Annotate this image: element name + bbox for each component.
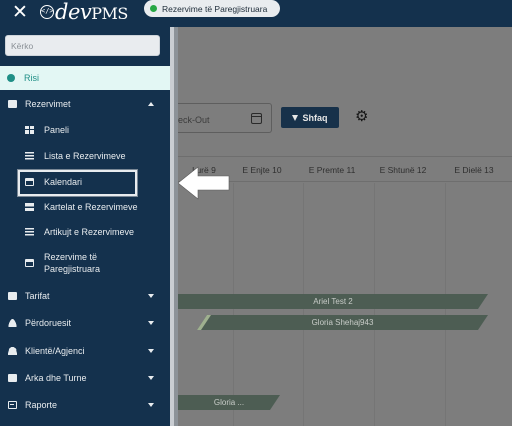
logo-text: devPMS — [55, 0, 128, 24]
chevron-up-icon — [148, 102, 154, 106]
sidebar-item-label: Lista e Rezervimeve — [44, 151, 126, 161]
sidebar-item-label: Arka dhe Turne — [25, 373, 87, 383]
day-header: E Dielë 13 — [454, 165, 494, 175]
sidebar-item-label: Risi — [24, 73, 39, 83]
check-out-field[interactable]: eck-Out — [178, 103, 272, 133]
sidebar-scrollbar-thumb[interactable] — [174, 27, 178, 426]
booking-bar[interactable]: Gloria Shehaj943 — [197, 315, 488, 330]
list-icon — [25, 228, 34, 236]
report-icon — [8, 401, 17, 409]
booking-name: Ariel Test 2 — [313, 297, 353, 306]
sidebar-item-label: Artikujt e Rezervimeve — [44, 227, 135, 237]
sidebar-item-unregistered-reservations[interactable]: Rezervime të Paregjistruara — [0, 251, 170, 277]
person-icon — [8, 319, 17, 327]
sidebar-item-tariffs[interactable]: Tarifat — [0, 288, 170, 304]
unregistered-reservations-chip[interactable]: Rezervime të Paregjistruara — [144, 0, 280, 17]
day-header: E Premte 11 — [308, 165, 356, 175]
sidebar-item-dashboard[interactable]: Paneli — [0, 123, 170, 137]
main-content: eck-Out Shfaq ⚙ kurë 9 E Enjte 10 E Prem… — [178, 27, 512, 426]
booking-name: Gloria Shehaj943 — [311, 318, 374, 327]
sidebar-item-label: Raporte — [25, 400, 58, 410]
dot-icon — [7, 74, 15, 82]
sidebar-item-reservation-list[interactable]: Lista e Rezervimeve — [0, 149, 170, 163]
chevron-down-icon — [148, 321, 154, 325]
check-out-label: eck-Out — [178, 115, 210, 125]
calendar-icon[interactable] — [251, 113, 262, 124]
code-icon: </> — [40, 5, 54, 19]
status-dot-icon — [150, 5, 157, 12]
list-icon — [25, 152, 34, 160]
sidebar-item-label: Kartelat e Rezervimeve — [44, 202, 138, 212]
sidebar-item-label: Përdoruesit — [25, 318, 72, 328]
booking-bar[interactable]: Gloria ... — [178, 395, 280, 410]
pointer-arrow-icon — [178, 166, 230, 200]
grid-icon — [25, 126, 34, 134]
people-icon — [8, 347, 17, 355]
day-header: E Shtunë 12 — [379, 165, 427, 175]
sidebar-item-calendar[interactable]: Kalendari — [0, 175, 170, 189]
chevron-down-icon — [148, 349, 154, 353]
calendar-icon — [25, 259, 34, 267]
show-button-label: Shfaq — [302, 112, 328, 123]
chevron-down-icon — [148, 294, 154, 298]
booking-bar[interactable]: Ariel Test 2 — [178, 294, 488, 309]
sidebar-item-reservation-cards[interactable]: Kartelat e Rezervimeve — [0, 200, 170, 214]
show-button[interactable]: Shfaq — [281, 107, 339, 128]
chevron-down-icon — [148, 403, 154, 407]
sidebar-item-label: Kalendari — [44, 177, 83, 187]
sidebar-item-reservation-items[interactable]: Artikujt e Rezervimeve — [0, 225, 170, 239]
filter-icon — [292, 114, 299, 121]
sidebar-item-reports[interactable]: Raporte — [0, 397, 170, 413]
cards-icon — [25, 203, 34, 211]
sidebar-item-label: Rezervimet — [25, 99, 71, 109]
sidebar-item-users[interactable]: Përdoruesit — [0, 315, 170, 331]
calendar-icon — [25, 178, 34, 186]
chevron-down-icon — [148, 376, 154, 380]
close-sidebar-button[interactable]: ✕ — [10, 2, 30, 24]
app-logo[interactable]: </> devPMS — [40, 0, 128, 24]
sidebar-item-label: Tarifat — [25, 291, 50, 301]
cash-register-icon — [8, 374, 17, 382]
sidebar-item-cash-shifts[interactable]: Arka dhe Turne — [0, 370, 170, 386]
day-header: E Enjte 10 — [242, 165, 282, 175]
sidebar: Risi Rezervimet Paneli Lista e Rezervime… — [0, 27, 170, 426]
booking-name: Gloria ... — [213, 398, 245, 407]
sidebar-item-clients[interactable]: Klientë/Agjenci — [0, 343, 170, 359]
top-bar: ✕ </> devPMS Rezervime të Paregjistruara — [0, 0, 512, 27]
suitcase-icon — [8, 100, 17, 108]
search-input[interactable] — [5, 35, 160, 56]
sidebar-item-label: Paregjistruara — [44, 264, 101, 274]
sidebar-item-label: Klientë/Agjenci — [25, 346, 85, 356]
sidebar-item-risi[interactable]: Risi — [0, 66, 170, 90]
sidebar-item-label: Rezervime të — [44, 252, 98, 262]
gear-icon[interactable]: ⚙ — [355, 109, 368, 124]
ticket-icon — [8, 292, 17, 300]
sidebar-item-label: Paneli — [44, 125, 70, 135]
sidebar-item-reservations[interactable]: Rezervimet — [0, 96, 170, 112]
chip-label: Rezervime të Paregjistruara — [162, 3, 268, 14]
